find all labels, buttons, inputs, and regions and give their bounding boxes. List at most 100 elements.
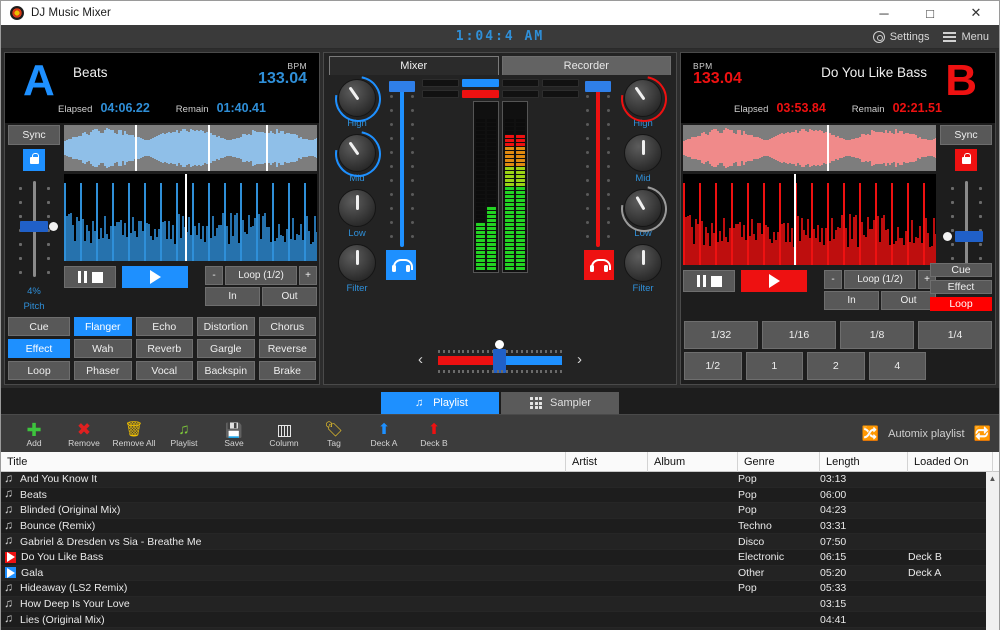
tab-playlist[interactable]: ♫ Playlist <box>381 392 499 414</box>
deck-b-loop-minus[interactable]: - <box>824 270 842 289</box>
column-header-artist[interactable]: Artist <box>566 452 648 472</box>
column-header-length[interactable]: Length <box>820 452 908 472</box>
deck-a-waveform[interactable] <box>64 174 317 261</box>
settings-button[interactable]: Settings <box>873 31 930 43</box>
deck-a-loop-minus[interactable]: - <box>205 266 223 285</box>
deck-a-fx-chorus[interactable]: Chorus <box>259 317 317 336</box>
table-row[interactable]: Bounce (Remix)Techno03:31 <box>1 519 999 535</box>
deck-b-effect-mode[interactable]: Effect <box>930 280 992 294</box>
deck-b-beat-1-16[interactable]: 1/16 <box>762 321 836 349</box>
scroll-up-button[interactable]: ▲ <box>986 472 999 485</box>
mixer-pad[interactable] <box>422 90 459 98</box>
table-row[interactable]: Blinded (Original Mix)Pop04:23 <box>1 503 999 519</box>
deck-a-fx-wah[interactable]: Wah <box>74 339 132 358</box>
pitch-thumb[interactable] <box>955 231 983 242</box>
toolbar-remove-all-button[interactable]: 🗑 Remove All <box>109 419 159 448</box>
mixer-pad[interactable] <box>542 90 579 98</box>
deck-a-key-lock-button[interactable] <box>23 149 45 171</box>
fader-cap[interactable] <box>585 81 611 92</box>
toolbar-save-button[interactable]: 💾 Save <box>209 419 259 448</box>
deck-a-fx-gargle[interactable]: Gargle <box>197 339 255 358</box>
deck-a-fx-echo[interactable]: Echo <box>136 317 194 336</box>
eq-high-right-knob[interactable] <box>624 79 662 117</box>
deck-b-beat-2[interactable]: 2 <box>807 352 865 380</box>
deck-b-loop-size[interactable]: Loop (1/2) <box>844 270 916 289</box>
deck-b-overview-waveform[interactable] <box>683 125 936 171</box>
table-row[interactable]: Gabriel & Dresden vs Sia - Breathe MeDis… <box>1 534 999 550</box>
table-row[interactable]: BeatsPop06:00 <box>1 488 999 504</box>
table-row[interactable]: Lies (Original Mix)04:41 <box>1 612 999 628</box>
deck-b-loop-out[interactable]: Out <box>881 291 936 310</box>
deck-b-beat-1[interactable]: 1 <box>746 352 804 380</box>
deck-a-fx-distortion[interactable]: Distortion <box>197 317 255 336</box>
volume-fader-right[interactable] <box>583 79 613 251</box>
cue-left-button[interactable] <box>386 250 416 280</box>
deck-a-effect-mode[interactable]: Effect <box>8 339 70 358</box>
filter-right-knob[interactable] <box>624 244 662 282</box>
table-row[interactable]: GalaOther05:20Deck A <box>1 566 999 582</box>
pitch-knob[interactable] <box>943 232 952 241</box>
deck-a-loop-mode[interactable]: Loop <box>8 361 70 380</box>
pitch-knob[interactable] <box>49 222 58 231</box>
mixer-pad[interactable] <box>462 79 499 87</box>
minimize-button[interactable]: ─ <box>861 1 907 25</box>
toolbar-tag-button[interactable]: 🏷 Tag <box>309 419 359 448</box>
toolbar-playlist-button[interactable]: ♫ Playlist <box>159 419 209 448</box>
deck-a-cue-mode[interactable]: Cue <box>8 317 70 336</box>
toolbar-add-button[interactable]: ✚ Add <box>9 419 59 448</box>
pad-column[interactable] <box>542 79 579 98</box>
pad-column[interactable] <box>462 79 499 98</box>
mixer-pad[interactable] <box>502 79 539 87</box>
deck-a-fx-phaser[interactable]: Phaser <box>74 361 132 380</box>
deck-a-loop-in[interactable]: In <box>205 287 260 306</box>
deck-a-sync-button[interactable]: Sync <box>8 125 60 145</box>
tab-mixer[interactable]: Mixer <box>329 56 499 75</box>
column-header-loaded-on[interactable]: Loaded On <box>908 452 993 472</box>
deck-a-loop-size[interactable]: Loop (1/2) <box>225 266 297 285</box>
deck-b-loop-in[interactable]: In <box>824 291 879 310</box>
column-header-title[interactable]: Title <box>1 452 566 472</box>
automix-playlist-label[interactable]: Automix playlist <box>888 428 964 440</box>
mixer-pad[interactable] <box>462 90 499 98</box>
deck-b-pause-stop-button[interactable] <box>683 270 735 292</box>
maximize-button[interactable]: □ <box>907 1 953 25</box>
eq-high-left-knob[interactable] <box>338 79 376 117</box>
deck-a-pitch-slider[interactable] <box>11 177 57 281</box>
toolbar-remove-button[interactable]: ✖ Remove <box>59 419 109 448</box>
column-header-album[interactable]: Album <box>648 452 738 472</box>
toolbar-column-button[interactable]: Column <box>259 419 309 448</box>
deck-b-beat-4[interactable]: 4 <box>869 352 927 380</box>
tab-recorder[interactable]: Recorder <box>502 56 672 75</box>
deck-b-beat-1-2[interactable]: 1/2 <box>684 352 742 380</box>
deck-b-key-lock-button[interactable] <box>955 149 977 171</box>
mixer-pad[interactable] <box>542 79 579 87</box>
deck-b-beat-1-8[interactable]: 1/8 <box>840 321 914 349</box>
repeat-icon[interactable]: 🔁 <box>974 425 991 442</box>
table-row[interactable]: Do You Like BassElectronic06:15Deck B <box>1 550 999 566</box>
deck-b-waveform[interactable] <box>683 174 936 265</box>
deck-a-loop-out[interactable]: Out <box>262 287 317 306</box>
deck-b-play-button[interactable] <box>741 270 807 292</box>
eq-low-left-knob[interactable] <box>338 189 376 227</box>
pitch-thumb[interactable] <box>20 221 48 232</box>
deck-b-beat-1-32[interactable]: 1/32 <box>684 321 758 349</box>
table-row[interactable]: And You Know ItPop03:13 <box>1 472 999 488</box>
deck-a-fx-reverb[interactable]: Reverb <box>136 339 194 358</box>
toolbar-load-deck-b-button[interactable]: ⬆ Deck B <box>409 419 459 448</box>
deck-a-fx-vocal[interactable]: Vocal <box>136 361 194 380</box>
mixer-pad[interactable] <box>502 90 539 98</box>
crossfader-left-arrow[interactable]: ‹ <box>418 352 423 367</box>
fader-cap[interactable] <box>389 81 415 92</box>
crossfader[interactable] <box>430 340 570 378</box>
table-row[interactable]: How Deep Is Your Love03:15 <box>1 597 999 613</box>
crossfader-right-arrow[interactable]: › <box>577 352 582 367</box>
column-header-genre[interactable]: Genre <box>738 452 820 472</box>
cue-right-button[interactable] <box>584 250 614 280</box>
deck-a-fx-flanger[interactable]: Flanger <box>74 317 132 336</box>
deck-a-fx-backspin[interactable]: Backspin <box>197 361 255 380</box>
deck-a-play-button[interactable] <box>122 266 188 288</box>
table-row[interactable]: Hideaway (LS2 Remix)Pop05:33 <box>1 581 999 597</box>
deck-a-pause-stop-button[interactable] <box>64 266 116 288</box>
deck-a-overview-waveform[interactable] <box>64 125 317 171</box>
mixer-pad[interactable] <box>422 79 459 87</box>
